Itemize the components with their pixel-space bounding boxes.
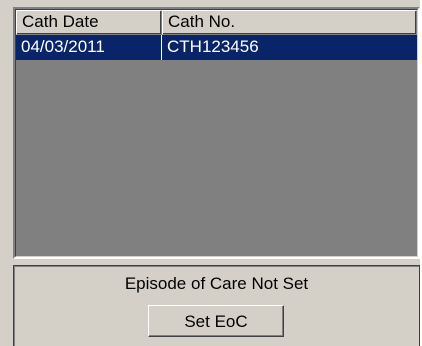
column-header-cath-date[interactable]: Cath Date (16, 10, 162, 35)
episode-status-label: Episode of Care Not Set (124, 274, 309, 293)
cell-cath-no: CTH123456 (167, 37, 259, 56)
cath-list[interactable]: Cath Date Cath No. 04/03/2011 CTH123456 (13, 7, 420, 259)
cath-list-header: Cath Date Cath No. (16, 10, 417, 35)
episode-status-frame: Episode of Care Not Set Set EoC (13, 265, 420, 346)
list-empty-area[interactable] (16, 60, 417, 256)
cath-list-body: Cath Date Cath No. 04/03/2011 CTH123456 (15, 9, 418, 257)
cell-cath-date: 04/03/2011 (16, 35, 162, 60)
set-eoc-button[interactable]: Set EoC (148, 305, 284, 337)
table-row[interactable]: 04/03/2011 CTH123456 (16, 35, 417, 60)
cath-panel: Cath Date Cath No. 04/03/2011 CTH123456 … (0, 0, 422, 346)
column-header-cath-no[interactable]: Cath No. (162, 10, 417, 35)
